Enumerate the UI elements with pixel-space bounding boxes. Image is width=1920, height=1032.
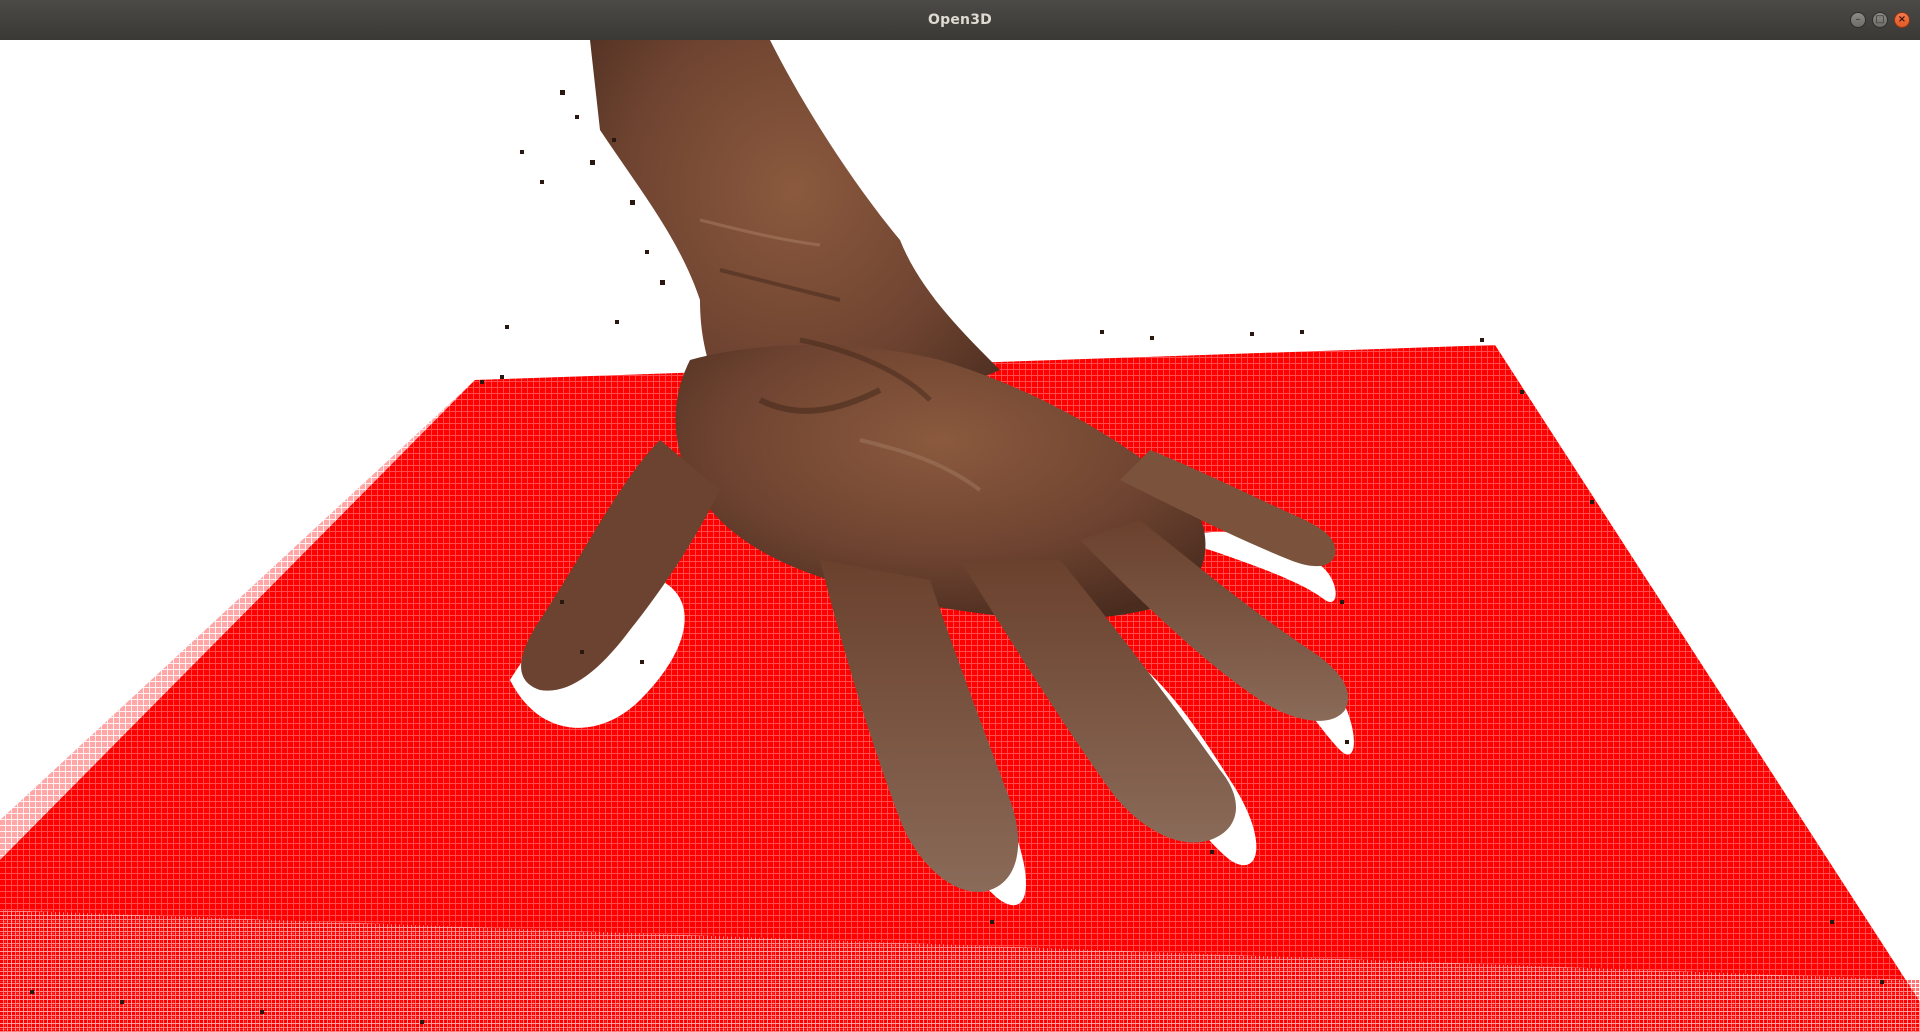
- window-title: Open3D: [928, 12, 992, 28]
- maximize-button[interactable]: □: [1872, 12, 1888, 28]
- open3d-window: Open3D – □ ×: [0, 0, 1920, 1032]
- maximize-icon: □: [1875, 14, 1885, 25]
- close-icon: ×: [1897, 14, 1907, 25]
- close-button[interactable]: ×: [1894, 12, 1910, 28]
- window-controls: – □ ×: [1850, 12, 1910, 28]
- minimize-button[interactable]: –: [1850, 12, 1866, 28]
- minimize-icon: –: [1855, 14, 1861, 25]
- 3d-viewport[interactable]: [0, 40, 1920, 1032]
- title-bar[interactable]: Open3D – □ ×: [0, 0, 1920, 40]
- point-cloud-render: [0, 40, 1920, 1032]
